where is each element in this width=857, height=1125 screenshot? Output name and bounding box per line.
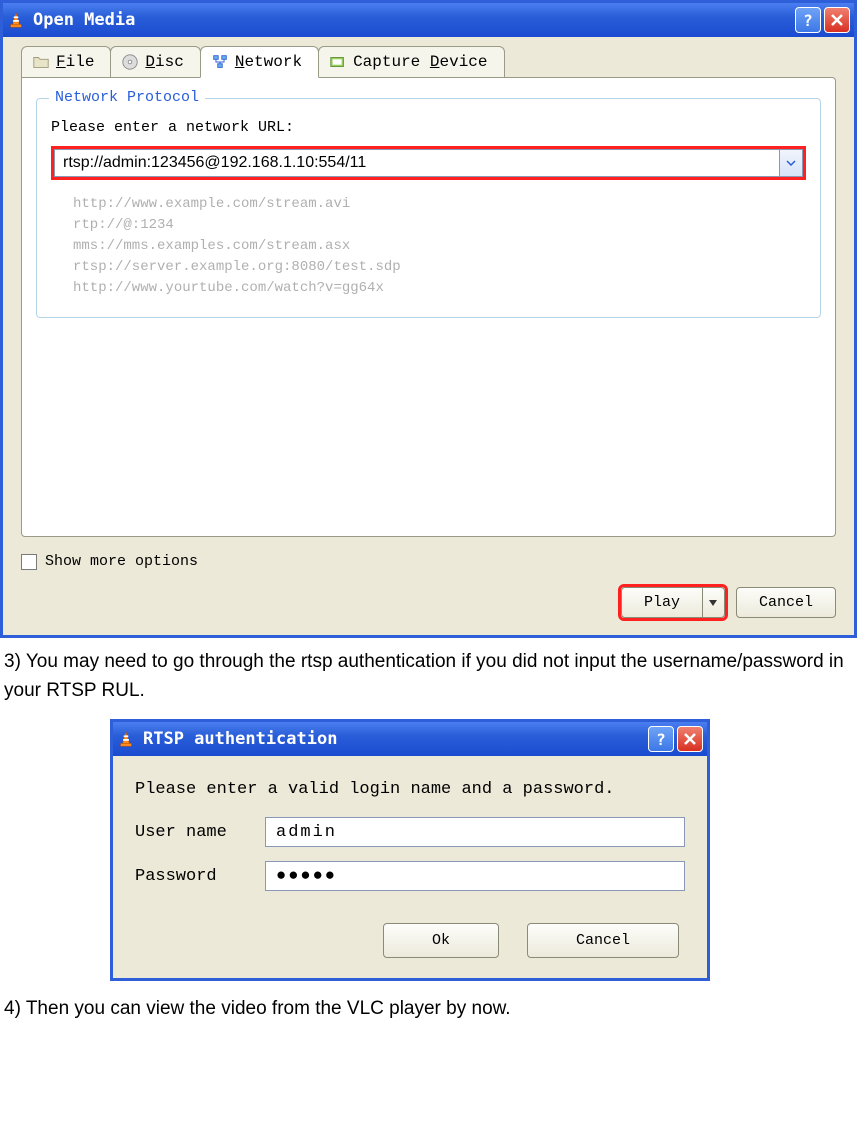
close-icon [683, 732, 697, 746]
titlebar[interactable]: Open Media ? [3, 3, 854, 37]
tab-file-label: ile [66, 53, 95, 71]
cancel-button[interactable]: Cancel [736, 587, 836, 618]
play-button[interactable]: Play [621, 587, 703, 618]
chevron-down-icon [709, 600, 717, 606]
tab-disc[interactable]: Disc [110, 46, 200, 77]
open-media-window: Open Media ? File Disc [0, 0, 857, 638]
show-more-checkbox[interactable] [21, 554, 37, 570]
vlc-cone-icon [7, 11, 25, 29]
username-input[interactable]: admin [265, 817, 685, 847]
auth-cancel-button[interactable]: Cancel [527, 923, 679, 958]
disc-icon [121, 53, 139, 71]
password-input[interactable]: ●●●●● [265, 861, 685, 891]
auth-title: RTSP authentication [143, 729, 337, 749]
help-button[interactable]: ? [795, 7, 821, 33]
tab-capture[interactable]: Capture Device [318, 46, 504, 77]
tab-network-label: etwork [244, 53, 302, 71]
network-icon [211, 53, 229, 71]
tab-content: Network Protocol Please enter a network … [21, 77, 836, 537]
auth-titlebar[interactable]: RTSP authentication ? [113, 722, 707, 756]
play-split-button: Play [618, 584, 728, 621]
tab-file[interactable]: File [21, 46, 111, 77]
url-examples: http://www.example.com/stream.avi rtp://… [73, 194, 806, 299]
auth-body: Please enter a valid login name and a pa… [113, 756, 707, 978]
step3-text: 3) You may need to go through the rtsp a… [4, 648, 853, 705]
username-label: User name [135, 823, 265, 842]
tab-disc-label: isc [155, 53, 184, 71]
dialog-buttons: Play Cancel [3, 584, 854, 635]
show-more-label: Show more options [45, 553, 198, 570]
chevron-down-icon [786, 160, 796, 166]
ok-button[interactable]: Ok [383, 923, 499, 958]
close-button[interactable] [824, 7, 850, 33]
rtsp-auth-window: RTSP authentication ? Please enter a val… [110, 719, 710, 981]
auth-help-button[interactable]: ? [648, 726, 674, 752]
play-dropdown-button[interactable] [703, 587, 725, 618]
url-input[interactable] [54, 149, 779, 177]
folder-icon [32, 53, 50, 71]
url-label: Please enter a network URL: [51, 119, 806, 136]
password-label: Password [135, 867, 265, 886]
step4-text: 4) Then you can view the video from the … [4, 995, 853, 1024]
auth-close-button[interactable] [677, 726, 703, 752]
vlc-cone-icon [117, 730, 135, 748]
url-dropdown-button[interactable] [779, 149, 803, 177]
url-combo [51, 146, 806, 180]
tab-network[interactable]: Network [200, 46, 319, 78]
window-title: Open Media [33, 10, 135, 30]
show-more-row: Show more options [3, 547, 854, 584]
tab-capture-label: Capture Device [353, 53, 487, 71]
fieldset-legend: Network Protocol [49, 89, 205, 106]
close-icon [830, 13, 844, 27]
network-protocol-fieldset: Network Protocol Please enter a network … [36, 98, 821, 318]
tab-bar: File Disc Network Capture Device [3, 37, 854, 77]
auth-prompt: Please enter a valid login name and a pa… [135, 780, 685, 799]
capture-icon [329, 53, 347, 71]
